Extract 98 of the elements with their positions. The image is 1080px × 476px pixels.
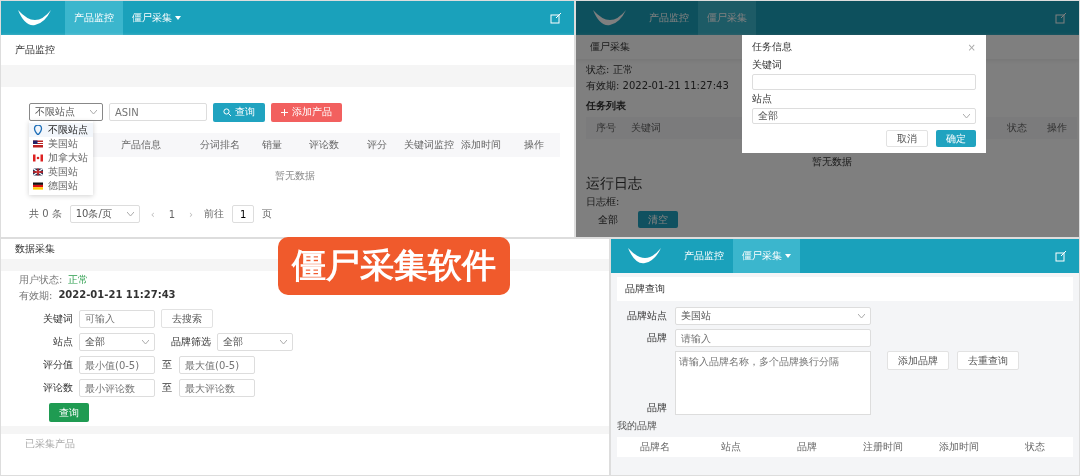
column-header: 状态	[1006, 121, 1028, 135]
page-number[interactable]: 1	[165, 208, 179, 220]
select-field[interactable]: 美国站	[675, 307, 871, 325]
breadcrumb: 产品监控	[15, 43, 55, 57]
flag-icon	[33, 153, 43, 163]
page-input[interactable]: 1	[232, 205, 255, 223]
site-option[interactable]: 加拿大站	[29, 151, 93, 165]
site-option[interactable]: 德国站	[29, 179, 93, 193]
site-option[interactable]: 英国站	[29, 165, 93, 179]
cancel-button[interactable]: 取消	[886, 130, 928, 147]
column-header: 品牌	[796, 440, 818, 454]
caption-banner: 僵尸采集软件	[278, 237, 510, 295]
chevron-icon	[280, 340, 287, 344]
keyword-field[interactable]	[752, 74, 976, 90]
field-label: 评论数	[42, 381, 73, 395]
dialog-title: 任务信息	[752, 40, 792, 54]
query-button[interactable]: 查询	[49, 403, 89, 422]
column-header: 分词排名	[198, 138, 241, 152]
caret-icon	[175, 16, 181, 20]
column-header: 产品信息	[120, 138, 163, 152]
total-count: 共 0 条	[29, 207, 62, 221]
field-label: 品牌	[646, 401, 667, 415]
chevron-icon	[963, 114, 970, 118]
asin-field[interactable]: ASIN	[109, 103, 207, 121]
input-field[interactable]: 最大评论数	[179, 379, 255, 397]
site-option[interactable]: 不限站点	[29, 123, 93, 137]
page-unit: 页	[262, 207, 273, 221]
page-title: 品牌查询	[617, 277, 1073, 301]
page-title: 僵尸采集	[590, 40, 630, 54]
column-header: 添加时间	[460, 138, 503, 152]
field-label: 关键词	[752, 58, 783, 72]
input-field[interactable]: 最小值(0-5)	[79, 356, 155, 374]
column-header: 状态	[1024, 440, 1046, 454]
field-label: 品牌站点	[626, 309, 667, 323]
section-title: 任务列表	[586, 99, 626, 113]
column-header: 操作	[522, 138, 545, 152]
range-separator: 至	[161, 358, 173, 372]
section-title: 运行日志	[586, 175, 642, 193]
expiry-value: 2022-01-21 11:27:43	[58, 289, 176, 302]
select-field[interactable]: 全部	[217, 333, 293, 351]
field-label: 关键词	[42, 311, 73, 326]
chevron-icon	[858, 314, 865, 318]
input-field[interactable]: 最小评论数	[79, 379, 155, 397]
log-label: 日志框:	[586, 195, 620, 209]
action-button[interactable]: 去重查询	[957, 351, 1019, 370]
select-field[interactable]: 全部	[752, 108, 976, 124]
column-header: 关键词监控	[403, 138, 456, 152]
column-header: 关键词	[630, 121, 662, 135]
select-field[interactable]: 不限站点	[29, 103, 103, 121]
column-header: 评分	[365, 138, 388, 152]
edit-icon	[1055, 12, 1067, 24]
range-separator: 至	[161, 381, 173, 395]
flag-icon	[33, 167, 43, 177]
column-header: 序号	[595, 121, 617, 135]
section-title: 我的品牌	[617, 419, 657, 433]
column-header: 注册时间	[862, 440, 904, 454]
chevron-icon	[142, 340, 149, 344]
input-field[interactable]: 最大值(0-5)	[179, 356, 255, 374]
input-field[interactable]: 可输入	[79, 309, 155, 328]
status-value: 正常	[68, 273, 89, 287]
field-label: 站点	[52, 335, 73, 349]
status-label: 用户状态:	[19, 273, 63, 287]
action-button[interactable]: 添加品牌	[887, 351, 949, 370]
select-field[interactable]: 10条/页	[69, 205, 140, 223]
edit-icon	[550, 12, 562, 24]
field-label: 品牌筛选	[170, 335, 211, 349]
column-header: 评论数	[308, 138, 341, 152]
status-text: 状态: 正常	[586, 63, 633, 77]
site-option[interactable]: 美国站	[29, 137, 93, 151]
column-header: 销量	[261, 138, 284, 152]
edit-icon	[1055, 250, 1067, 262]
expiry-label: 有效期:	[19, 289, 53, 303]
brand-textarea[interactable]: 请输入品牌名称，多个品牌换行分隔	[675, 351, 871, 415]
field-label: 评分值	[42, 358, 73, 372]
goto-label: 前往	[204, 207, 225, 221]
brand-field[interactable]: 请输入	[675, 329, 871, 347]
flag-icon	[33, 181, 43, 191]
column-header: 添加时间	[938, 440, 980, 454]
field-label: 品牌	[646, 331, 667, 345]
empty-message: 暂无数据	[811, 155, 852, 169]
chevron-icon	[126, 212, 134, 216]
flag-icon	[33, 139, 43, 149]
column-header: 站点	[720, 440, 742, 454]
chevron-icon	[90, 110, 97, 114]
column-header: 操作	[1046, 121, 1068, 135]
search-button[interactable]: 去搜索	[161, 309, 213, 328]
location-pin-icon	[33, 125, 43, 135]
section-title: 已采集产品	[24, 437, 75, 451]
select-field[interactable]: 全部	[79, 333, 155, 351]
expiry-text: 有效期: 2022-01-21 11:27:43	[586, 79, 729, 93]
caret-icon	[785, 254, 791, 258]
page-title: 数据采集	[15, 242, 55, 256]
plus-icon	[281, 108, 288, 116]
empty-message: 暂无数据	[274, 169, 315, 183]
field-label: 站点	[752, 92, 773, 106]
filter-value: 全部	[598, 212, 618, 227]
search-icon	[223, 108, 231, 116]
column-header: 品牌名	[639, 440, 671, 454]
